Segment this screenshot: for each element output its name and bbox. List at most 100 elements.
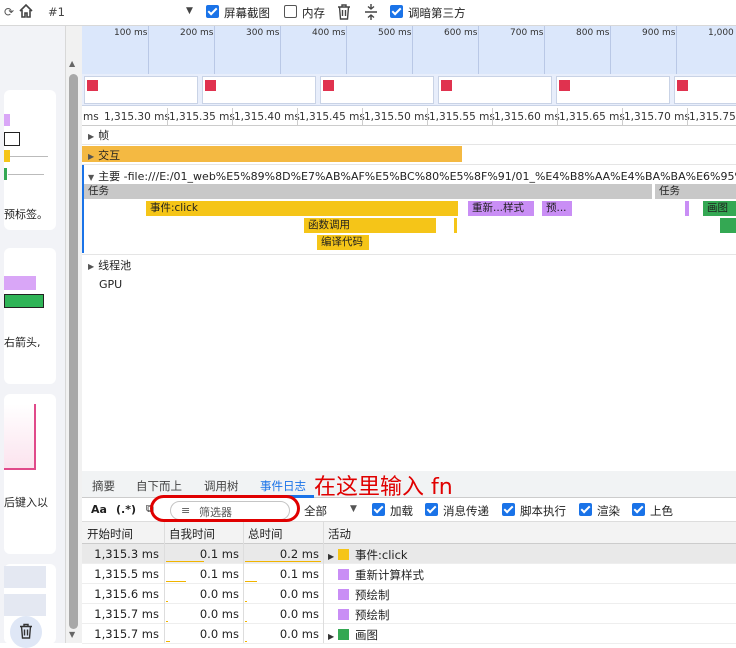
tab-bottom-up[interactable]: 自下而上 bbox=[136, 478, 182, 494]
table-row[interactable]: 1,315.7 ms 0.0 ms 0.0 ms ▶ 画图 bbox=[82, 624, 736, 644]
scroll-thumb[interactable] bbox=[69, 74, 78, 629]
paint-bar[interactable] bbox=[720, 218, 736, 233]
snippet-text: 右箭头, bbox=[4, 336, 41, 349]
column-self-time[interactable]: 自我时间 bbox=[169, 526, 215, 542]
screenshot-thumb[interactable] bbox=[84, 76, 198, 104]
ruler-label: 900 ms bbox=[642, 28, 676, 38]
time-bar bbox=[245, 641, 247, 642]
category-swatch bbox=[338, 569, 349, 580]
screenshot-thumb[interactable] bbox=[556, 76, 670, 104]
scroll-down-icon[interactable]: ▼ bbox=[69, 630, 75, 639]
expand-icon[interactable]: ▶ bbox=[88, 152, 94, 161]
trash-icon[interactable] bbox=[336, 3, 352, 21]
home-icon[interactable] bbox=[18, 3, 34, 19]
annotation-text: 在这里输入 fn bbox=[314, 475, 453, 500]
screenshot-thumb[interactable] bbox=[202, 76, 316, 104]
task-bar[interactable]: 任务 bbox=[84, 184, 652, 199]
prepaint-bar[interactable] bbox=[685, 201, 689, 216]
interaction-bar[interactable] bbox=[82, 146, 462, 162]
start-time-cell: 1,315.6 ms bbox=[94, 587, 159, 601]
self-time-cell: 0.0 ms bbox=[199, 587, 239, 601]
performance-timeline[interactable]: 100 ms 200 ms 300 ms 400 ms 500 ms 600 ms 700 … bbox=[82, 26, 736, 471]
chevron-down-icon[interactable]: ▼ bbox=[350, 504, 357, 514]
ruler-tick bbox=[610, 26, 611, 74]
green-block bbox=[4, 168, 7, 180]
rendering-checkbox[interactable] bbox=[579, 503, 592, 517]
screenshot-thumb[interactable] bbox=[438, 76, 552, 104]
table-row[interactable]: 1,315.5 ms 0.1 ms 0.1 ms 重新计算样式 bbox=[82, 564, 736, 584]
recalc-style-bar[interactable]: 重新...样式 bbox=[468, 201, 534, 216]
loading-label: 加载 bbox=[390, 504, 413, 518]
ruler-tick bbox=[346, 26, 347, 74]
collapse-icon[interactable] bbox=[364, 3, 378, 21]
track-frames[interactable]: ▶ 帧 bbox=[88, 127, 109, 143]
screenshots-strip[interactable] bbox=[82, 74, 736, 106]
activity-cell[interactable]: 预绘制 bbox=[328, 607, 390, 623]
tab-call-tree[interactable]: 调用树 bbox=[204, 478, 239, 494]
frame-id: #1 bbox=[48, 5, 65, 19]
reload-icon[interactable]: ⟳ bbox=[4, 5, 14, 19]
activity-cell[interactable]: ▶ 事件:click bbox=[328, 547, 408, 563]
tab-event-log[interactable]: 事件日志 bbox=[260, 478, 306, 494]
dim-third-party-checkbox[interactable] bbox=[390, 5, 403, 19]
overview-ruler[interactable]: 100 ms 200 ms 300 ms 400 ms 500 ms 600 ms 700 … bbox=[82, 26, 736, 74]
side-panel: 预标签。 右箭头, 后键入以 bbox=[0, 26, 66, 648]
screenshot-thumb[interactable] bbox=[674, 76, 736, 104]
category-swatch bbox=[338, 629, 349, 640]
expand-icon[interactable]: ▶ bbox=[328, 632, 338, 641]
activity-cell[interactable]: 预绘制 bbox=[328, 587, 390, 603]
column-activity[interactable]: 活动 bbox=[328, 526, 351, 542]
track-thread-pool[interactable]: ▶ 线程池 bbox=[88, 257, 131, 273]
activity-cell[interactable]: 重新计算样式 bbox=[328, 567, 424, 583]
loading-checkbox[interactable] bbox=[372, 503, 385, 517]
expand-icon[interactable]: ▶ bbox=[88, 262, 94, 271]
ruler-tick bbox=[280, 26, 281, 74]
expand-icon[interactable]: ▶ bbox=[88, 132, 94, 141]
screenshot-thumb[interactable] bbox=[320, 76, 434, 104]
table-row[interactable]: 1,315.7 ms 0.0 ms 0.0 ms 预绘制 bbox=[82, 604, 736, 624]
function-call-bar[interactable]: 函数调用 bbox=[304, 218, 436, 233]
event-click-bar[interactable]: 事件:click bbox=[146, 201, 458, 216]
main-track-indicator bbox=[82, 165, 84, 253]
messaging-checkbox[interactable] bbox=[425, 503, 438, 517]
painting-checkbox[interactable] bbox=[632, 503, 645, 517]
activity-cell[interactable]: ▶ 画图 bbox=[328, 627, 378, 643]
track-main[interactable]: ▼ 主要 -file:///E:/01_web%E5%89%8D%E7%AB%AF… bbox=[88, 168, 736, 184]
vertical-scrollbar[interactable]: ▲ ▼ bbox=[66, 26, 82, 643]
delete-button[interactable] bbox=[10, 616, 42, 648]
ruler-label: 300 ms bbox=[246, 28, 280, 38]
track-interactions[interactable]: ▶ 交互 bbox=[88, 147, 120, 163]
track-gpu[interactable]: GPU bbox=[99, 278, 122, 291]
column-start-time[interactable]: 开始时间 bbox=[87, 526, 133, 542]
rendering-label: 渲染 bbox=[597, 504, 620, 518]
side-card bbox=[4, 564, 56, 648]
memory-checkbox[interactable] bbox=[284, 5, 297, 19]
chevron-down-icon[interactable]: ▼ bbox=[186, 6, 193, 16]
dim-third-party-label: 调暗第三方 bbox=[408, 6, 466, 20]
expand-icon[interactable]: ▶ bbox=[328, 552, 338, 561]
scripting-checkbox[interactable] bbox=[502, 503, 515, 517]
table-row[interactable]: 1,315.3 ms 0.1 ms 0.2 ms ▶ 事件:click bbox=[82, 544, 736, 564]
function-call-bar[interactable] bbox=[454, 218, 457, 233]
time-axis-tick bbox=[427, 108, 428, 126]
table-row[interactable]: 1,315.6 ms 0.0 ms 0.0 ms 预绘制 bbox=[82, 584, 736, 604]
total-time-cell: 0.2 ms bbox=[279, 547, 319, 561]
expand-icon[interactable]: ▼ bbox=[88, 173, 94, 182]
column-divider bbox=[323, 522, 324, 643]
prepaint-bar[interactable]: 预... bbox=[542, 201, 572, 216]
column-total-time[interactable]: 总时间 bbox=[248, 526, 283, 542]
filter-all-label[interactable]: 全部 bbox=[304, 503, 327, 519]
self-time-cell: 0.1 ms bbox=[199, 547, 239, 561]
paint-bar[interactable]: 画图 bbox=[703, 201, 736, 216]
scroll-up-icon[interactable]: ▲ bbox=[69, 59, 75, 68]
time-axis-label: 1,315.55 ms bbox=[429, 111, 495, 123]
regex-button[interactable]: (.*) bbox=[116, 503, 136, 516]
screenshots-checkbox[interactable] bbox=[206, 5, 219, 19]
task-bar[interactable]: 任务 bbox=[655, 184, 736, 199]
tab-summary[interactable]: 摘要 bbox=[92, 478, 115, 494]
match-case-button[interactable]: Aa bbox=[91, 503, 107, 516]
column-divider bbox=[164, 522, 165, 643]
preview-box bbox=[4, 404, 36, 470]
compile-code-bar[interactable]: 编译代码 bbox=[317, 235, 369, 250]
ruler-tick bbox=[676, 26, 677, 74]
